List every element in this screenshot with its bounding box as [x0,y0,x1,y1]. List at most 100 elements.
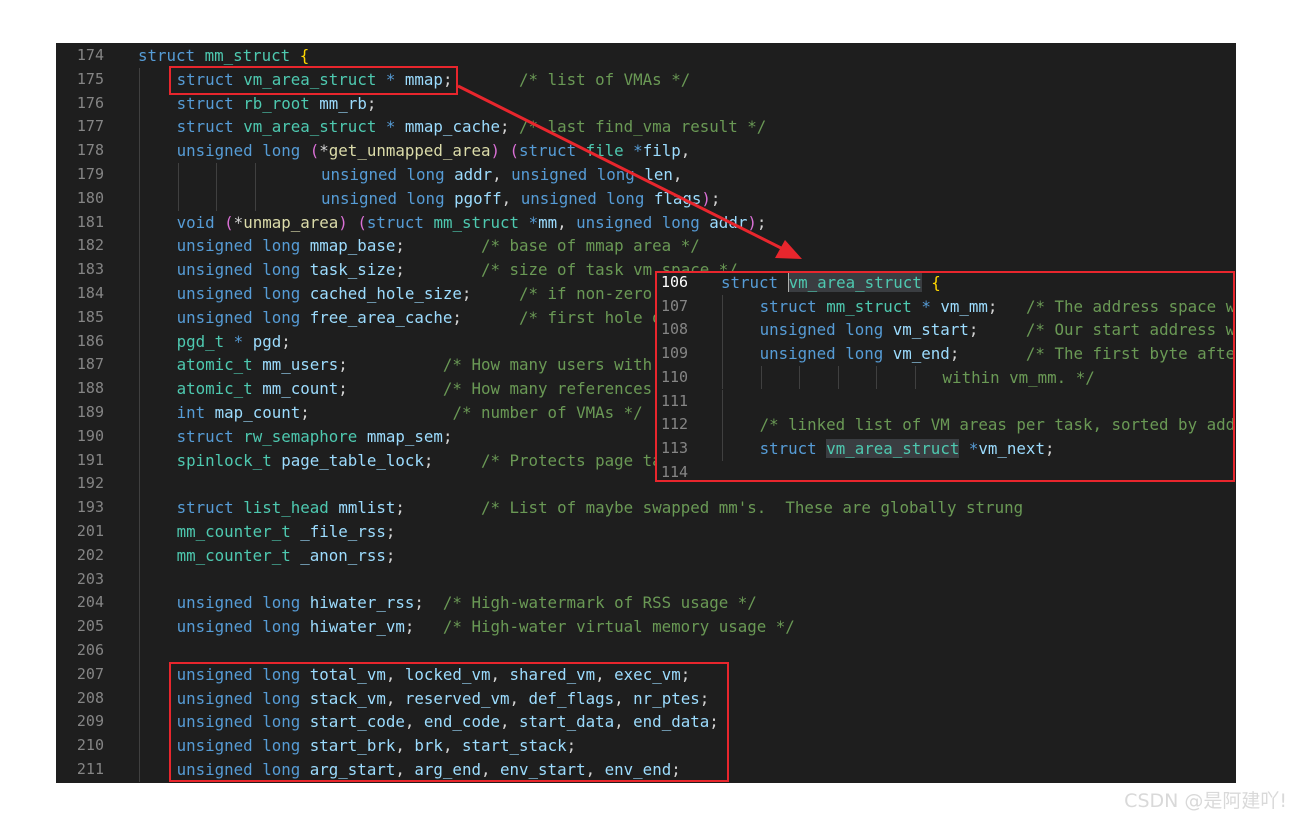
code-token: _file_rss [300,522,386,541]
peek-code-line[interactable]: 114 [657,461,1233,480]
code-token: ) [338,212,348,232]
line-number: 108 [661,320,689,339]
indent-guide [139,567,140,592]
code-token: ; [710,188,721,208]
line-number: 193 [76,498,104,517]
code-line[interactable]: 206 [56,639,1236,663]
code-line[interactable]: 193 struct list_head mmlist; /* List of m… [56,496,1236,520]
indent-guide [254,163,256,187]
code-token: mmap_cache [404,117,500,137]
indent-guide [139,377,140,401]
code-token: struct [759,438,817,458]
line-number: 188 [76,379,104,398]
line-number: 184 [76,284,104,302]
code-line[interactable]: 181 void (*unmap_area) (struct mm_struct … [56,210,1236,235]
indent-guide [722,318,723,343]
indent-guide [139,210,140,235]
code-line[interactable]: 203 [56,567,1236,592]
code-token: { [931,273,941,292]
code-token: * [968,438,979,458]
line-number: 201 [76,522,104,540]
code-token: * [921,296,931,316]
code-line[interactable]: 176 struct rb_root mm_rb; [56,91,1236,116]
code-token: ; [461,284,472,303]
code-token: spinlock_t [176,450,272,470]
peek-definition-popup[interactable]: 106 struct vm_area_struct {107 struct mm_s… [655,271,1235,482]
peek-code-line[interactable]: 107 struct mm_struct * vm_mm; /* The addr… [657,294,1235,319]
code-token: ) [701,188,711,208]
peek-code-line[interactable]: 106 struct vm_area_struct { [657,273,1233,295]
code-token: vm_next [978,438,1045,458]
code-text: int map_count; /* number of VMAs */ [177,401,643,425]
code-line[interactable]: 177 struct vm_area_struct * mmap_cache; /… [56,115,1236,140]
code-line[interactable]: 182 unsigned long mmap_base; /* base of m… [56,234,1236,259]
code-token: ; [366,93,377,113]
code-token: unsigned long [176,593,301,613]
code-text: struct list_head mmlist; /* List of mayb… [177,496,1024,520]
indent-guide [139,543,140,568]
code-line[interactable]: 174 struct mm_struct { [56,44,1236,68]
indent-guide [837,365,839,390]
indent-guide [139,639,140,663]
code-token: ; [338,355,348,375]
peek-code-line[interactable]: 109 unsigned long vm_end; /* The first by… [657,342,1233,366]
indent-guide [139,258,140,282]
line-number: 209 [76,712,104,731]
code-line[interactable]: 201 mm_counter_t _file_rss; [56,520,1236,544]
code-line[interactable]: 202 mm_counter_t _anon_rss; [56,543,1236,568]
code-token: atomic_t [176,379,253,399]
code-token: vm_end [892,344,950,364]
code-token: /* The address space we belong to. */ [1025,296,1235,316]
code-token: void [176,212,215,232]
indent-guide [722,436,723,461]
peek-code-line[interactable]: 111 [657,389,1233,414]
code-token: pgoff [454,188,502,208]
code-token: ; [442,426,453,446]
indent-guide [216,186,218,211]
indent-guide [139,734,140,758]
code-token: mmap_base [309,236,396,256]
code-line[interactable]: 180 unsigned long pgoff, unsigned long f… [56,186,1236,211]
code-token: pgd [252,331,282,351]
peek-code-line[interactable]: 113 struct vm_area_struct *vm_next; [657,436,1233,461]
code-text: unsigned long pgoff, unsigned long flags… [292,187,721,211]
code-line[interactable]: 179 unsigned long addr, unsigned long le… [56,163,1236,187]
code-token: unsigned long [576,212,700,232]
line-number: 190 [76,426,104,445]
code-token: ; [452,307,462,327]
code-text: struct mm_struct { [138,44,309,68]
code-token: ) [490,141,500,161]
code-token: ( [509,141,520,161]
line-number: 109 [661,344,689,363]
code-token: page_table_lock [281,450,424,470]
code-text: struct rw_semaphore mmap_sem; [177,425,453,449]
peek-code-line[interactable]: 108 unsigned long vm_start; /* Our start … [657,318,1233,343]
indent-guide [139,305,140,330]
peek-code-line[interactable]: 112 /* linked list of VM areas per task, … [657,413,1233,437]
code-token: unsigned long [176,617,301,637]
code-token: struct [176,117,234,137]
code-token: unsigned long [176,307,301,327]
line-number: 183 [76,260,104,279]
code-line[interactable]: 178 unsigned long (*get_unmapped_area) (s… [56,139,1236,163]
code-line[interactable]: 204 unsigned long hiwater_rss; /* High-wa… [56,591,1236,616]
code-line[interactable]: 205 unsigned long hiwater_vm; /* High-wat… [56,615,1236,639]
peek-code-line[interactable]: 110 within vm_mm. */ [657,365,1233,390]
code-text: unsigned long (*get_unmapped_area) (stru… [177,139,691,163]
indent-guide [177,163,179,187]
line-number: 202 [76,545,104,564]
